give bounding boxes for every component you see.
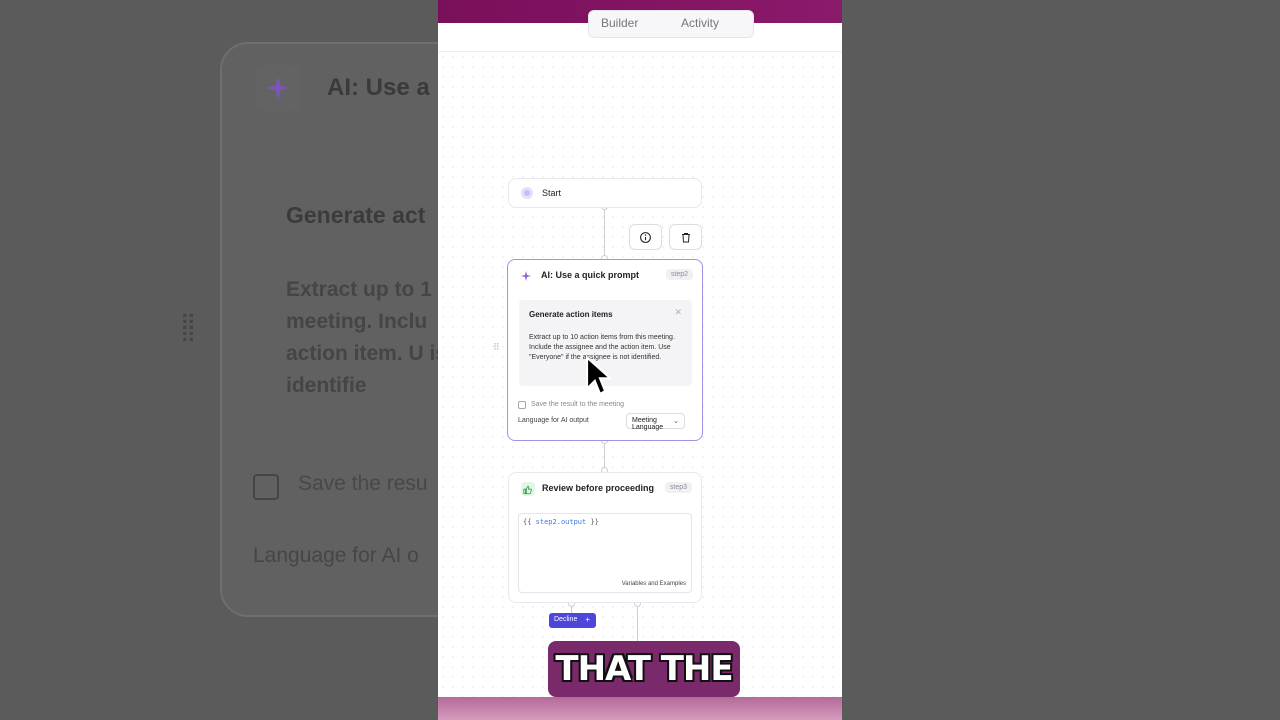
- cursor-icon: [584, 355, 616, 404]
- save-result-checkbox[interactable]: [518, 400, 526, 409]
- close-icon[interactable]: ✕: [674, 307, 682, 318]
- decline-button[interactable]: Decline +: [549, 613, 596, 628]
- chevron-down-icon: ⌄: [673, 418, 679, 425]
- info-button[interactable]: [629, 224, 662, 250]
- code-open: {{: [523, 518, 536, 526]
- background-heading: Generate act: [286, 202, 426, 228]
- review-step-node[interactable]: Review before proceeding step3 {{ step2.…: [508, 472, 702, 603]
- drag-handle-icon[interactable]: ⠿: [493, 343, 501, 352]
- sparkle-icon: [520, 269, 532, 287]
- connector-start-ai: [604, 208, 605, 260]
- connector-approve: [637, 603, 638, 643]
- background-save-label: Save the resu: [298, 472, 428, 495]
- code-close: }}: [586, 518, 599, 526]
- thumbs-up-icon: [521, 482, 535, 496]
- decline-label: Decline: [554, 616, 578, 623]
- plus-icon: +: [585, 615, 590, 624]
- delete-button[interactable]: [669, 224, 702, 250]
- step-badge: step2: [665, 269, 693, 280]
- review-step-title: Review before proceeding: [542, 483, 655, 493]
- background-title: AI: Use a: [327, 74, 430, 101]
- step-badge: step3: [664, 482, 692, 493]
- view-tabs: Builder Activity: [588, 10, 754, 38]
- prompt-heading: Generate action items: [529, 310, 613, 319]
- background-sparkle-icon: [255, 65, 301, 111]
- info-icon: [640, 232, 651, 243]
- ai-step-node[interactable]: AI: Use a quick prompt step2 Generate ac…: [507, 259, 703, 441]
- code-variable: step2.output: [535, 518, 587, 526]
- workflow-panel: Builder Activity Start ⠿ AI: Use a quick…: [438, 0, 842, 720]
- variables-examples-link[interactable]: Variables and Examples: [622, 581, 686, 587]
- start-icon: [521, 187, 533, 199]
- language-label: Language for AI output: [518, 417, 589, 424]
- caption: THAT THE: [548, 641, 740, 697]
- language-value: Meeting Language: [632, 417, 664, 431]
- trash-icon: [681, 233, 690, 243]
- background-checkbox: [253, 474, 279, 500]
- start-label: Start: [542, 188, 562, 198]
- start-node[interactable]: Start: [508, 178, 702, 208]
- review-input[interactable]: {{ step2.output }} Variables and Example…: [518, 513, 692, 593]
- background-language-label: Language for AI o: [253, 544, 419, 567]
- caption-text: THAT THE: [555, 649, 733, 689]
- language-select[interactable]: Meeting Language ⌄: [626, 413, 685, 431]
- background-drag-handle-icon: ⠿ ⠿: [180, 311, 199, 348]
- ai-step-title: AI: Use a quick prompt: [541, 270, 640, 280]
- bottom-bar: [438, 697, 842, 720]
- tab-activity[interactable]: Activity: [681, 16, 719, 30]
- tab-builder[interactable]: Builder: [601, 16, 638, 30]
- review-code: {{ step2.output }}: [523, 518, 599, 526]
